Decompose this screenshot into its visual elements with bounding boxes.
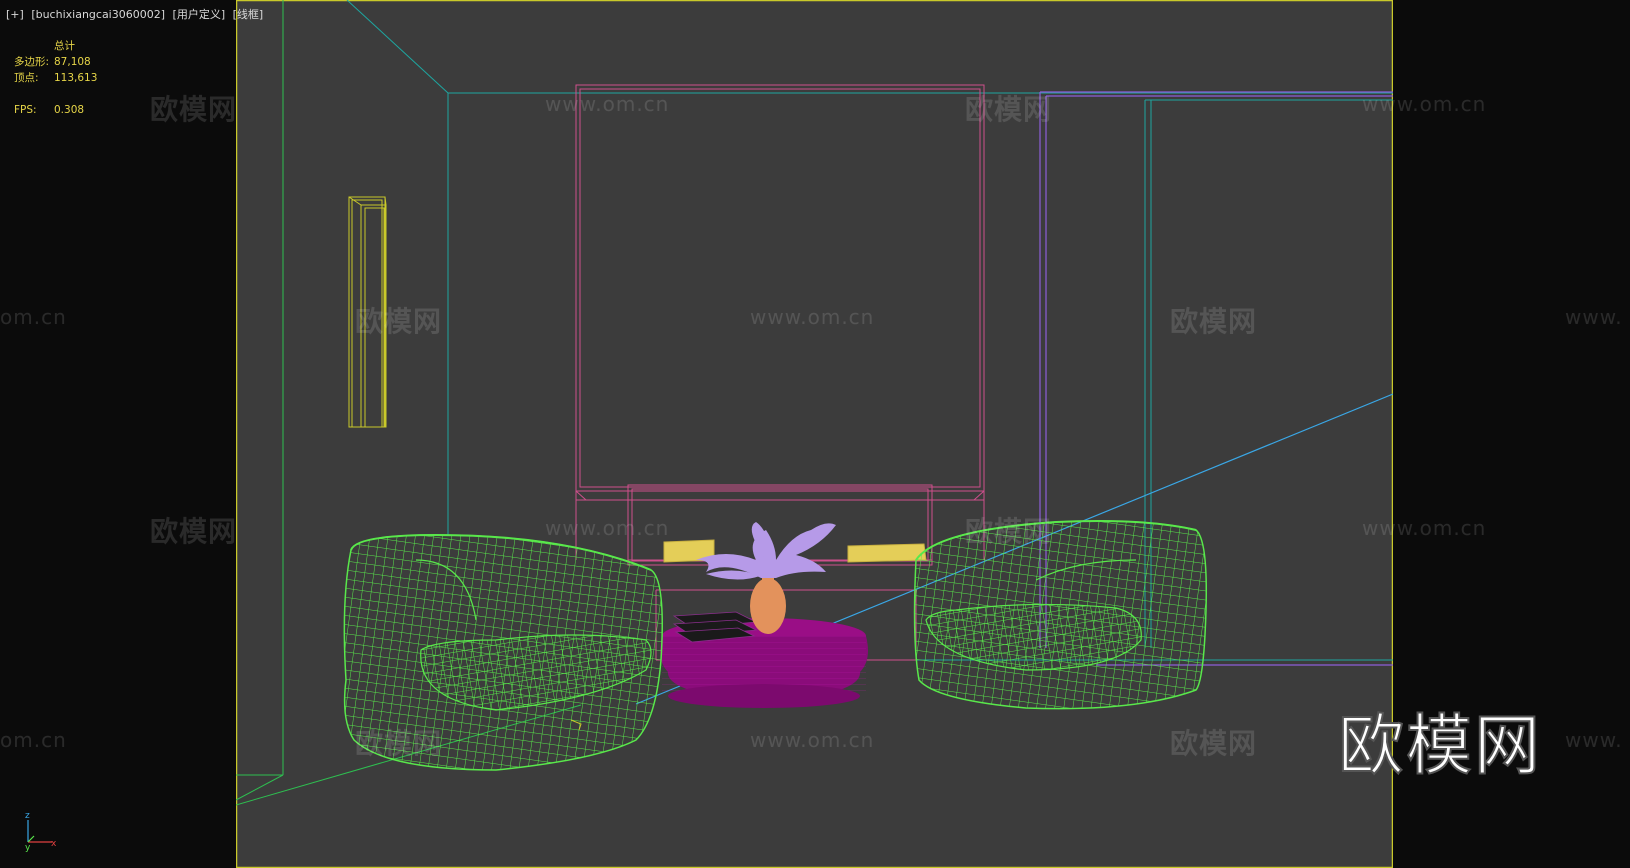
viewport-camera-name[interactable]: [buchixiangcai3060002] xyxy=(31,8,165,21)
stats-fps-label: FPS: xyxy=(14,104,37,116)
viewport-label: [+] [buchixiangcai3060002] [用户定义] [线框] xyxy=(6,6,267,22)
stats-fps-row: FPS: 0.308 xyxy=(14,102,97,118)
viewport-view-mode[interactable]: [用户定义] xyxy=(173,8,226,21)
stats-vertices-row: 顶点: 113,613 xyxy=(14,70,97,86)
axis-y-label: y xyxy=(25,843,31,852)
stats-polygons-label: 多边形: xyxy=(14,56,50,68)
watermark-cn: 欧模网 xyxy=(150,93,238,126)
armchair-right xyxy=(913,520,1208,710)
stats-polygons-row: 多边形: 87,108 xyxy=(14,54,97,70)
watermark-url: om.cn xyxy=(0,728,67,752)
axis-gizmo: z y x xyxy=(20,810,60,853)
viewport-shading-mode[interactable]: [线框] xyxy=(233,8,264,21)
scene-wireframe xyxy=(236,0,1393,868)
viewport-menu-plus[interactable]: [+] xyxy=(6,8,24,21)
3d-viewport[interactable]: 欧模网 www.om.cn 欧模网 www.om.cn om.cn 欧模网 ww… xyxy=(0,0,1630,868)
axis-z-label: z xyxy=(25,811,30,821)
watermark-url: www. xyxy=(1565,305,1623,329)
armchair-left xyxy=(343,533,663,771)
watermark-cn: 欧模网 xyxy=(150,515,238,548)
scene-canvas[interactable] xyxy=(236,0,1393,868)
stats-fps-value: 0.308 xyxy=(54,104,85,116)
stats-polygons-value: 87,108 xyxy=(54,56,91,68)
axis-x-label: x xyxy=(51,839,57,849)
stats-vertices-value: 113,613 xyxy=(54,72,98,84)
brand-logo: 欧模网 xyxy=(1337,706,1542,785)
stats-header: 总计 xyxy=(54,40,75,52)
watermark-url: om.cn xyxy=(0,305,67,329)
vase xyxy=(750,578,786,634)
watermark-url: www. xyxy=(1565,728,1623,752)
stats-vertices-label: 顶点: xyxy=(14,72,39,84)
statistics-overlay: 总计 多边形: 87,108 顶点: 113,613 FPS: 0.308 xyxy=(14,38,97,118)
